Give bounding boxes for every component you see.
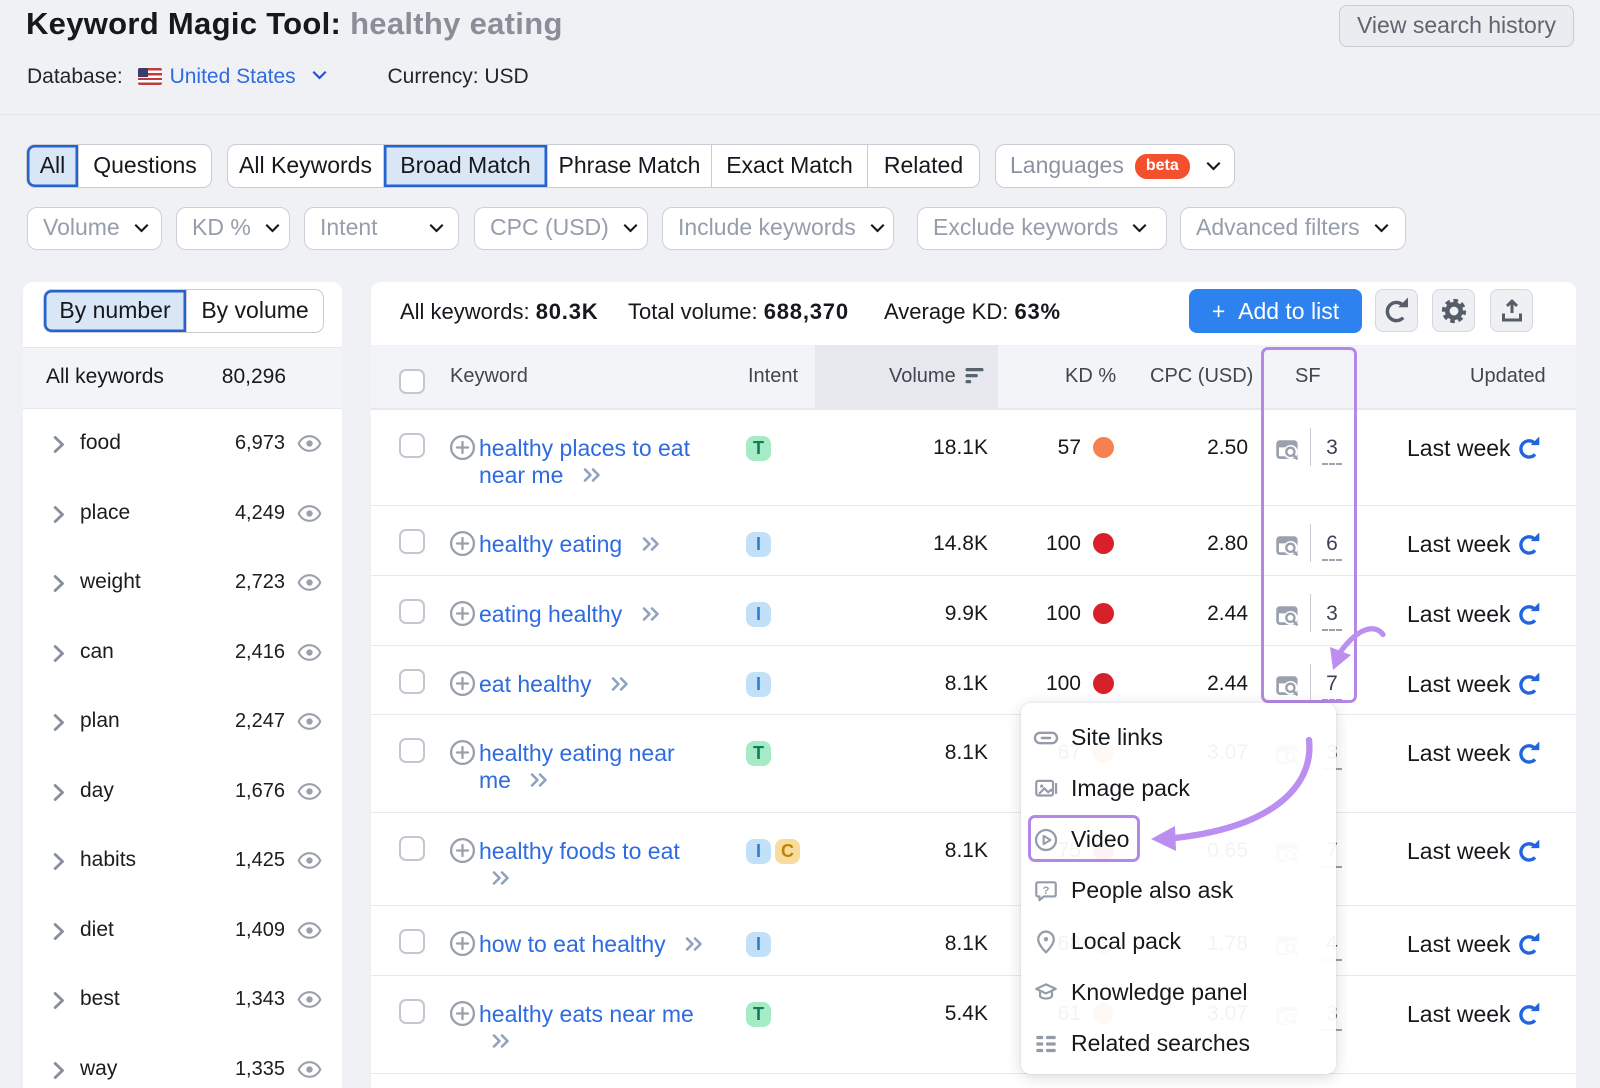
svg-text:?: ? (1043, 885, 1050, 897)
